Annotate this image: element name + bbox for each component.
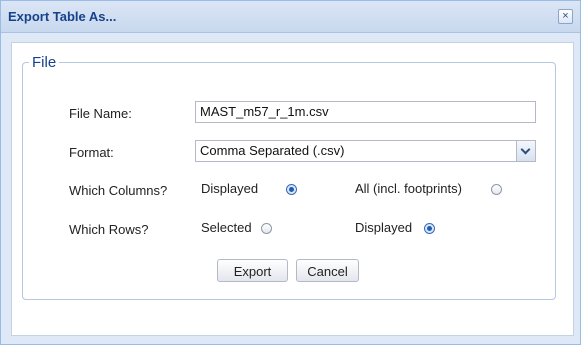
columns-displayed-radio[interactable] [286,184,297,195]
dialog-titlebar[interactable]: Export Table As... × [1,1,580,33]
format-select[interactable]: Comma Separated (.csv) [195,140,536,162]
rows-selected-label: Selected [201,220,252,235]
chevron-down-icon [520,144,531,155]
file-name-input[interactable]: MAST_m57_r_1m.csv [195,101,536,123]
format-label: Format: [69,145,114,160]
dialog-title: Export Table As... [8,9,117,24]
columns-all-label: All (incl. footprints) [355,181,462,196]
file-fieldset: File [22,54,556,300]
rows-displayed-label: Displayed [355,220,413,235]
columns-displayed-label: Displayed [201,181,259,196]
format-dropdown-trigger[interactable] [516,141,535,161]
which-rows-label: Which Rows? [69,222,149,237]
close-icon[interactable]: × [558,9,573,24]
file-legend: File [32,54,57,71]
rows-selected-radio[interactable] [261,223,272,234]
format-selected-value: Comma Separated (.csv) [200,143,345,158]
which-columns-label: Which Columns? [69,183,168,198]
columns-all-radio[interactable] [491,184,502,195]
file-name-label: File Name: [69,106,132,121]
rows-displayed-radio[interactable] [424,223,435,234]
cancel-button[interactable]: Cancel [296,259,359,282]
export-button[interactable]: Export [217,259,288,282]
